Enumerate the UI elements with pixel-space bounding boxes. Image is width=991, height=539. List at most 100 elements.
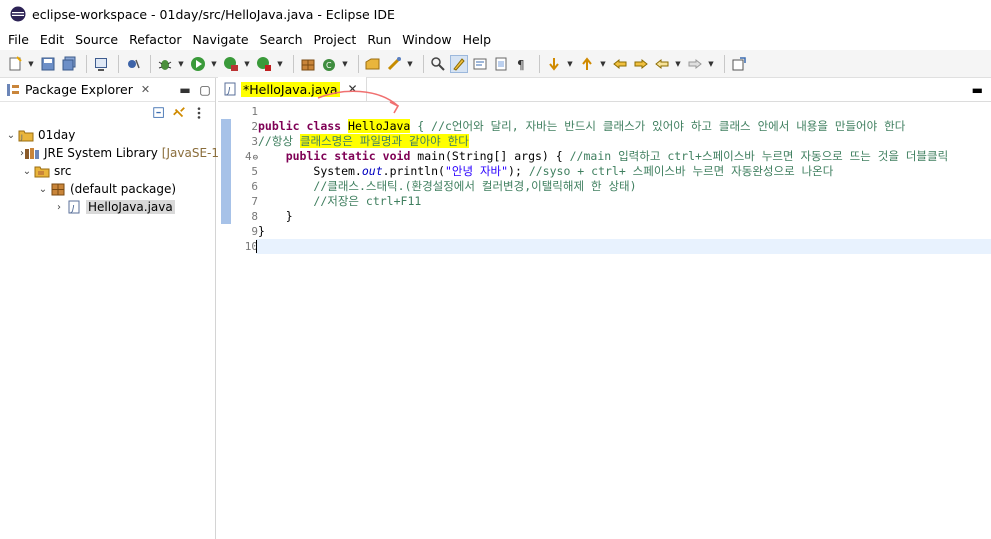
console-icon[interactable] bbox=[92, 55, 110, 73]
chevron-right-icon[interactable]: › bbox=[52, 202, 66, 213]
line-number: 1 bbox=[251, 105, 258, 118]
package-explorer-tab[interactable]: Package Explorer ✕ bbox=[6, 82, 150, 97]
previous-annotation-icon[interactable] bbox=[578, 55, 596, 73]
code-line: public static void main(String[] args) {… bbox=[258, 149, 948, 164]
new-class-icon[interactable]: C bbox=[320, 55, 338, 73]
keyword: public bbox=[258, 119, 300, 133]
forward-dropdown-icon[interactable]: ▼ bbox=[707, 55, 715, 73]
minimize-icon[interactable]: ▬ bbox=[972, 83, 983, 97]
maximize-icon[interactable]: ▢ bbox=[195, 83, 215, 97]
menu-window[interactable]: Window bbox=[398, 32, 455, 47]
code-text[interactable]: public class HelloJava { //c언어와 달리, 자바는 … bbox=[256, 102, 991, 539]
open-task-dropdown-icon[interactable]: ▼ bbox=[406, 55, 414, 73]
comment: //저장은 ctrl+F11 bbox=[313, 194, 422, 208]
tree-item-jre-library[interactable]: › JRE System Library [JavaSE-1 bbox=[0, 144, 219, 162]
coverage-dropdown-icon[interactable]: ▼ bbox=[243, 55, 251, 73]
external-tools-dropdown-icon[interactable]: ▼ bbox=[276, 55, 284, 73]
debug-icon[interactable] bbox=[156, 55, 174, 73]
new-icon[interactable] bbox=[6, 55, 24, 73]
forward-icon[interactable] bbox=[686, 55, 704, 73]
menu-run[interactable]: Run bbox=[363, 32, 395, 47]
menu-edit[interactable]: Edit bbox=[36, 32, 68, 47]
project-icon: J bbox=[18, 128, 34, 142]
coverage-icon[interactable] bbox=[222, 55, 240, 73]
new-package-icon[interactable] bbox=[299, 55, 317, 73]
code-editor[interactable]: 1 2 3 4⊖ 5 6 7 8 9 10 public class Hello… bbox=[218, 102, 991, 539]
external-tools-icon[interactable] bbox=[255, 55, 273, 73]
menu-navigate[interactable]: Navigate bbox=[189, 32, 253, 47]
forward-history-icon[interactable] bbox=[632, 55, 650, 73]
line-number: 8 bbox=[251, 210, 258, 223]
comment: //클래스.스태틱.(환경설정에서 컬러변경,이탤릭해제 한 상태) bbox=[313, 179, 637, 193]
run-icon[interactable] bbox=[189, 55, 207, 73]
save-icon[interactable] bbox=[39, 55, 57, 73]
back-icon[interactable] bbox=[653, 55, 671, 73]
new-dropdown-icon[interactable]: ▼ bbox=[27, 55, 35, 73]
project-tree: ⌄ J 01day › JRE System Library [JavaSE-1… bbox=[0, 124, 219, 216]
menu-project[interactable]: Project bbox=[310, 32, 361, 47]
open-task-icon[interactable] bbox=[385, 55, 403, 73]
tree-item-default-package[interactable]: ⌄ (default package) bbox=[0, 180, 215, 198]
code-line: //저장은 ctrl+F11 bbox=[258, 194, 421, 209]
save-all-icon[interactable] bbox=[60, 55, 78, 73]
skip-breakpoints-icon[interactable] bbox=[124, 55, 142, 73]
collapse-all-icon[interactable] bbox=[149, 105, 169, 121]
tree-item-project[interactable]: ⌄ J 01day bbox=[0, 126, 215, 144]
toolbar-separator bbox=[724, 54, 725, 73]
menu-file[interactable]: File bbox=[4, 32, 33, 47]
class-name-highlight: HelloJava bbox=[348, 119, 411, 133]
editor-tab-hellojava[interactable]: J *HelloJava.java ✕ bbox=[218, 77, 367, 101]
line-number: 6 bbox=[251, 180, 258, 193]
last-edit-location-icon[interactable] bbox=[611, 55, 629, 73]
menu-help[interactable]: Help bbox=[459, 32, 496, 47]
pin-editor-icon[interactable] bbox=[730, 55, 748, 73]
new-class-dropdown-icon[interactable]: ▼ bbox=[341, 55, 349, 73]
next-annotation-dropdown-icon[interactable]: ▼ bbox=[566, 55, 574, 73]
string-literal: "안녕 자바" bbox=[444, 164, 509, 178]
eclipse-window: eclipse-workspace - 01day/src/HelloJava.… bbox=[0, 0, 991, 539]
package-explorer-view: Package Explorer ✕ ▬ ▢ ⌄ J 01day › JRE S… bbox=[0, 78, 219, 539]
block-selection-icon[interactable] bbox=[492, 55, 510, 73]
toggle-breadcrumb-icon[interactable] bbox=[471, 55, 489, 73]
tree-item-src[interactable]: ⌄ src bbox=[0, 162, 215, 180]
next-annotation-icon[interactable] bbox=[545, 55, 563, 73]
code-text: ); bbox=[508, 164, 529, 178]
menu-refactor[interactable]: Refactor bbox=[125, 32, 185, 47]
line-number: 9 bbox=[251, 225, 258, 238]
code-line: public class HelloJava { //c언어와 달리, 자바는 … bbox=[258, 119, 905, 134]
chevron-down-icon[interactable]: ⌄ bbox=[36, 184, 50, 195]
code-line: } bbox=[258, 209, 293, 224]
svg-text:J: J bbox=[20, 134, 23, 141]
code-line: } bbox=[258, 224, 265, 239]
link-with-editor-icon[interactable] bbox=[169, 105, 189, 121]
toggle-mark-occurrences-icon[interactable] bbox=[450, 54, 468, 73]
search-icon[interactable] bbox=[429, 55, 447, 73]
minimize-icon[interactable]: ▬ bbox=[175, 83, 195, 97]
library-icon bbox=[24, 146, 40, 160]
keyword: public bbox=[285, 149, 328, 163]
close-icon[interactable]: ✕ bbox=[141, 83, 150, 96]
window-title: eclipse-workspace - 01day/src/HelloJava.… bbox=[32, 6, 395, 22]
view-menu-icon[interactable] bbox=[189, 105, 209, 121]
previous-annotation-dropdown-icon[interactable]: ▼ bbox=[599, 55, 607, 73]
show-whitespace-icon[interactable]: ¶ bbox=[513, 55, 531, 73]
comment: //syso + ctrl+ 스페이스바 누르면 자동완성으로 나온다 bbox=[528, 164, 834, 178]
menu-source[interactable]: Source bbox=[71, 32, 122, 47]
run-dropdown-icon[interactable]: ▼ bbox=[210, 55, 218, 73]
text-cursor bbox=[256, 240, 257, 253]
code-text: } bbox=[258, 224, 265, 238]
open-type-icon[interactable] bbox=[364, 55, 382, 73]
annotation-ruler bbox=[218, 102, 232, 539]
explorer-toolbar bbox=[0, 102, 215, 124]
chevron-down-icon[interactable]: ⌄ bbox=[20, 166, 34, 177]
back-dropdown-icon[interactable]: ▼ bbox=[674, 55, 682, 73]
keyword: void bbox=[382, 149, 411, 163]
close-icon[interactable]: ✕ bbox=[348, 82, 358, 96]
toolbar-separator bbox=[150, 54, 151, 73]
editor-tab-label: *HelloJava.java bbox=[241, 81, 340, 97]
chevron-down-icon[interactable]: ⌄ bbox=[4, 130, 18, 141]
menu-search[interactable]: Search bbox=[256, 32, 307, 47]
debug-dropdown-icon[interactable]: ▼ bbox=[177, 55, 185, 73]
svg-text:¶: ¶ bbox=[517, 58, 525, 72]
tree-item-hellojava[interactable]: › J HelloJava.java bbox=[0, 198, 215, 216]
